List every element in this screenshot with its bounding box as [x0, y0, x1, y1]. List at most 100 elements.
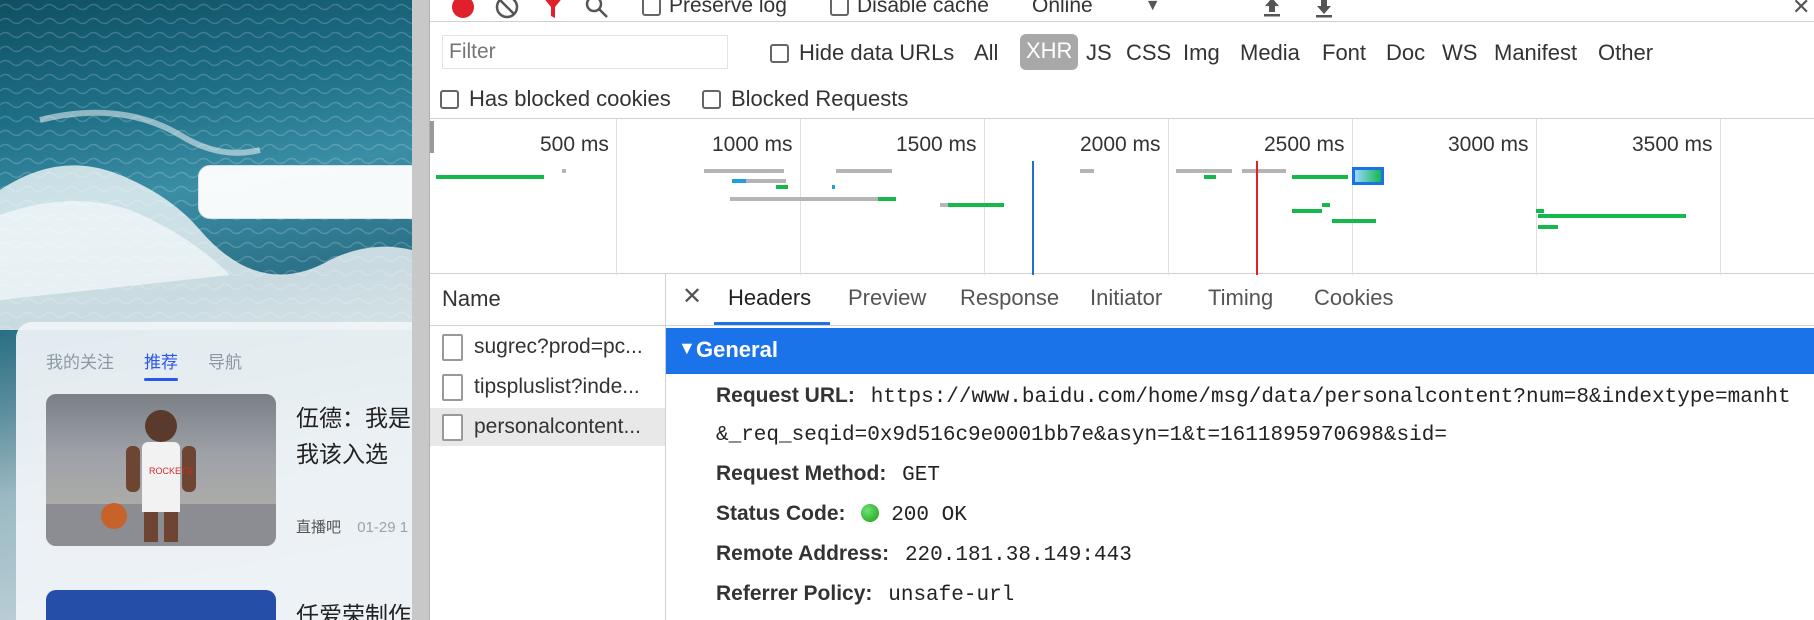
filter-type-ws[interactable]: WS: [1442, 40, 1477, 66]
export-har-button[interactable]: [1312, 0, 1336, 18]
tab-timing[interactable]: Timing: [1208, 285, 1273, 311]
filter-type-img[interactable]: Img: [1183, 40, 1220, 66]
news-thumbnail[interactable]: ROCKETS: [46, 394, 276, 546]
tab-response[interactable]: Response: [960, 285, 1059, 311]
tab-navigation[interactable]: 导航: [208, 348, 242, 379]
timeline-bar: [730, 197, 878, 201]
disable-cache-checkbox[interactable]: Disable cache: [830, 0, 989, 18]
request-url-label: Request URL:: [716, 384, 855, 407]
filter-type-css[interactable]: CSS: [1126, 40, 1171, 66]
timeline-gridline: [616, 119, 617, 275]
timeline-bar: [1332, 219, 1376, 223]
import-har-button[interactable]: [1260, 0, 1284, 18]
preserve-log-checkbox[interactable]: Preserve log: [642, 0, 787, 18]
checkbox-icon: [830, 0, 849, 16]
filter-type-other[interactable]: Other: [1598, 40, 1653, 66]
filter-input[interactable]: [442, 35, 728, 69]
timeline-bar: [1204, 175, 1216, 179]
screen: 我的关注 推荐 导航 ROCKETS 伍德：我是为我该入选: [0, 0, 1814, 620]
request-method-label: Request Method:: [716, 462, 887, 485]
timeline-gridline: [1536, 119, 1537, 275]
filter-type-js[interactable]: JS: [1086, 40, 1112, 66]
hide-data-urls-label: Hide data URLs: [799, 40, 955, 65]
name-column-header[interactable]: Name: [430, 274, 665, 326]
request-row[interactable]: tipspluslist?inde...: [430, 368, 665, 406]
close-devtools-button[interactable]: ✕: [1792, 0, 1810, 20]
timeline-range-handle[interactable]: [430, 121, 434, 153]
timeline-bar: [562, 169, 566, 173]
timeline-bar: [1242, 169, 1286, 173]
status-ok-icon: [861, 504, 880, 522]
devtools-network-panel: Preserve log Disable cache Online ▼ ✕ Fi…: [412, 0, 1814, 620]
throttling-select[interactable]: Online ▼: [1032, 0, 1161, 18]
request-name: tipspluslist?inde...: [474, 375, 640, 398]
status-code-value: 200 OK: [891, 504, 967, 527]
webpage-panel: 我的关注 推荐 导航 ROCKETS 伍德：我是为我该入选: [0, 0, 412, 620]
request-url-continuation: &_req_seqid=0x9d516c9e0001bb7e&asyn=1&t=…: [716, 422, 1447, 447]
timeline-gridline: [1352, 119, 1353, 275]
general-section-header[interactable]: ▼ General: [666, 328, 1814, 374]
news-title[interactable]: 伍德：我是为我该入选: [296, 400, 412, 472]
request-details-panel: ✕ Headers Preview Response Initiator Tim…: [666, 274, 1814, 620]
timeline-gridline: [984, 119, 985, 275]
clear-button[interactable]: [494, 0, 520, 20]
referrer-policy-label: Referrer Policy:: [716, 582, 873, 605]
filter-toggle-button[interactable]: [540, 0, 566, 20]
record-button[interactable]: [450, 0, 476, 20]
upload-icon: [1264, 0, 1280, 17]
request-row[interactable]: sugrec?prod=pc...: [430, 328, 665, 366]
request-name: personalcontent...: [474, 415, 641, 438]
request-row-selected[interactable]: personalcontent...: [430, 408, 665, 446]
throttling-value: Online: [1032, 0, 1093, 17]
tab-initiator[interactable]: Initiator: [1090, 285, 1162, 311]
tab-headers[interactable]: Headers: [728, 285, 811, 311]
request-url-value: https://www.baidu.com/home/msg/data/pers…: [870, 386, 1791, 409]
news-thumbnail[interactable]: [46, 590, 276, 620]
timeline-bar: [948, 203, 1004, 207]
tab-recommended[interactable]: 推荐: [144, 348, 178, 381]
timeline-overview[interactable]: 500 ms 1000 ms 1500 ms 2000 ms 2500 ms 3…: [430, 118, 1814, 275]
file-icon: [442, 333, 463, 361]
timeline-bar: [704, 169, 784, 173]
timeline-bar: [1322, 203, 1330, 207]
filter-type-manifest[interactable]: Manifest: [1494, 40, 1577, 66]
tab-cookies[interactable]: Cookies: [1314, 285, 1393, 311]
timeline-tick-label: 2500 ms: [1264, 133, 1345, 156]
blocked-requests-label: Blocked Requests: [731, 86, 909, 111]
timeline-bar: [1176, 169, 1232, 173]
blocked-requests-checkbox[interactable]: Blocked Requests: [702, 86, 908, 112]
has-blocked-cookies-checkbox[interactable]: Has blocked cookies: [440, 86, 671, 112]
filter-type-font[interactable]: Font: [1322, 40, 1366, 66]
timeline-gridline: [1168, 119, 1169, 275]
news-title[interactable]: 任爱荣制作: [296, 596, 411, 620]
search-button[interactable]: [584, 0, 610, 20]
hide-data-urls-checkbox[interactable]: Hide data URLs: [770, 40, 954, 66]
timeline-bar: [1538, 214, 1686, 218]
filter-bar: Hide data URLs All XHR JS CSS Img Media …: [430, 32, 1814, 70]
section-title: General: [696, 337, 778, 362]
request-list: Name sugrec?prod=pc... tipspluslist?inde…: [430, 274, 666, 620]
tab-my-follow[interactable]: 我的关注: [46, 348, 114, 379]
news-source: 直播吧: [296, 519, 342, 536]
checkbox-icon: [702, 89, 721, 109]
filter-type-doc[interactable]: Doc: [1386, 40, 1425, 66]
download-icon: [1316, 0, 1332, 18]
filter-type-media[interactable]: Media: [1240, 40, 1300, 66]
tab-preview[interactable]: Preview: [848, 285, 926, 311]
timeline-bar: [1292, 209, 1322, 213]
request-url-value-line2: &_req_seqid=0x9d516c9e0001bb7e&asyn=1&t=…: [716, 424, 1447, 447]
timeline-tick-label: 1000 ms: [712, 133, 793, 156]
timeline-bar: [1536, 209, 1544, 213]
close-icon[interactable]: ✕: [682, 282, 702, 311]
request-method-row: Request Method: GET: [716, 462, 940, 487]
filter-type-all[interactable]: All: [974, 40, 998, 66]
panel-resize-handle[interactable]: [412, 0, 430, 620]
timeline-bar: [1292, 175, 1348, 179]
filter-type-xhr[interactable]: XHR: [1020, 34, 1079, 70]
blocked-filter-bar: Has blocked cookies Blocked Requests: [430, 80, 1814, 118]
timeline-tick-label: 3500 ms: [1632, 133, 1713, 156]
timeline-selected-request[interactable]: [1352, 167, 1384, 185]
checkbox-icon: [642, 0, 661, 16]
checkbox-icon: [770, 43, 789, 63]
search-input[interactable]: [198, 165, 412, 219]
